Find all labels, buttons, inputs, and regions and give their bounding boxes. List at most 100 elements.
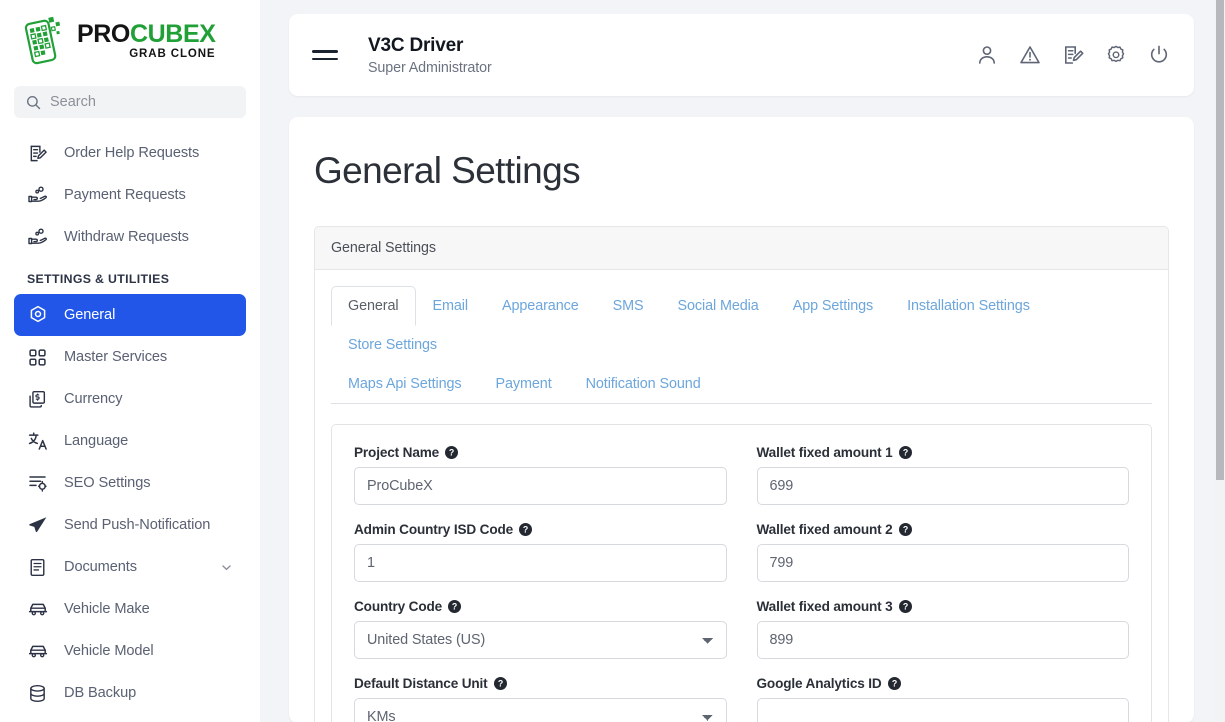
edit-document-icon[interactable]	[1061, 44, 1084, 67]
field-label-text: Google Analytics ID	[756, 676, 882, 692]
tab-maps-api-settings[interactable]: Maps Api Settings	[331, 364, 479, 404]
sidebar-item-vehicle-make[interactable]: Vehicle Make	[14, 588, 246, 630]
sidebar-item-label: Withdraw Requests	[64, 229, 189, 245]
sidebar-item-label: DB Backup	[64, 685, 137, 701]
grid-squares-icon	[27, 347, 48, 368]
default-distance-unit-select[interactable]: KMs	[354, 698, 727, 722]
currency-bills-icon	[27, 389, 48, 410]
admin-country-isd-code-input[interactable]	[354, 544, 727, 583]
sidebar-item-seo-settings[interactable]: SEO Settings	[14, 462, 246, 504]
svg-text:?: ?	[902, 525, 907, 535]
tab-payment[interactable]: Payment	[479, 364, 569, 404]
sidebar-item-master-services[interactable]: Master Services	[14, 336, 246, 378]
seo-sliders-icon	[27, 473, 48, 494]
field-label: Project Name ?	[354, 445, 727, 460]
svg-text:?: ?	[497, 679, 502, 689]
svg-text:?: ?	[902, 448, 907, 458]
search-input[interactable]	[50, 94, 234, 110]
hamburger-menu-icon[interactable]	[312, 42, 338, 68]
sidebar-item-currency[interactable]: Currency	[14, 378, 246, 420]
help-circle-icon[interactable]: ?	[887, 677, 901, 691]
sidebar-item-send-push-notification[interactable]: Send Push-Notification	[14, 504, 246, 546]
car-icon	[27, 599, 48, 620]
wallet-fixed-amount-1-input[interactable]	[756, 467, 1129, 506]
settings-panel: General Settings General Email Appearanc…	[314, 226, 1169, 722]
settings-tabs-row2: Maps Api Settings Payment Notification S…	[331, 364, 1152, 403]
topbar-title: V3C Driver	[368, 35, 464, 57]
tab-installation-settings[interactable]: Installation Settings	[890, 286, 1047, 326]
sidebar-item-db-backup[interactable]: DB Backup	[14, 672, 246, 714]
topbar: V3C Driver Super Administrator	[289, 14, 1194, 96]
withdraw-hand-icon	[27, 227, 48, 248]
tab-store-settings[interactable]: Store Settings	[331, 325, 454, 365]
sidebar-item-payment-requests[interactable]: Payment Requests	[14, 174, 246, 216]
gear-settings-icon[interactable]	[1104, 44, 1127, 67]
tab-app-settings[interactable]: App Settings	[776, 286, 890, 326]
send-paper-plane-icon	[27, 515, 48, 536]
search-box[interactable]	[14, 86, 246, 118]
app-root: PROCUBEX GRAB CLONE Search Order Help Re…	[0, 0, 1225, 722]
sidebar-item-label: SEO Settings	[64, 475, 151, 491]
topbar-actions	[975, 44, 1170, 67]
tab-notification-sound[interactable]: Notification Sound	[569, 364, 718, 404]
page-scrollbar-thumb[interactable]	[1216, 0, 1224, 480]
help-circle-icon[interactable]: ?	[493, 677, 507, 691]
sidebar-item-label: Payment Requests	[64, 187, 186, 203]
country-code-select[interactable]: United States (US)	[354, 621, 727, 660]
user-profile-icon[interactable]	[975, 44, 998, 67]
field-google-analytics-id: Google Analytics ID ?	[756, 676, 1129, 722]
tab-sms[interactable]: SMS	[596, 286, 661, 326]
sidebar-item-label: Vehicle Model	[64, 643, 154, 659]
sidebar-item-general[interactable]: General	[14, 294, 246, 336]
project-name-input[interactable]	[354, 467, 727, 506]
topbar-subtitle: Super Administrator	[368, 59, 492, 76]
google-analytics-id-input[interactable]	[756, 698, 1129, 722]
sidebar-item-documents[interactable]: Documents	[14, 546, 246, 588]
sidebar-item-language[interactable]: Language	[14, 420, 246, 462]
sidebar-item-label: Documents	[64, 559, 137, 575]
sidebar-nav: Order Help Requests Payment Requests Wit…	[0, 126, 260, 714]
procubex-logo-icon	[24, 16, 61, 65]
sidebar-item-order-help-requests[interactable]: Order Help Requests	[14, 132, 246, 174]
tab-appearance[interactable]: Appearance	[485, 286, 596, 326]
wallet-fixed-amount-2-input[interactable]	[756, 544, 1129, 583]
document-icon	[27, 557, 48, 578]
panel-header: General Settings	[315, 227, 1168, 271]
help-circle-icon[interactable]: ?	[898, 523, 912, 537]
page-scrollbar-track[interactable]	[1214, 0, 1225, 722]
form-grid: Project Name ? Wallet fixed amount 1	[354, 445, 1129, 722]
field-admin-country-isd-code: Admin Country ISD Code ?	[354, 522, 727, 583]
help-circle-icon[interactable]: ?	[445, 446, 459, 460]
general-settings-form: Project Name ? Wallet fixed amount 1	[331, 424, 1152, 722]
field-label-text: Project Name	[354, 445, 440, 461]
svg-text:?: ?	[449, 448, 454, 458]
chevron-down-icon[interactable]	[220, 561, 233, 574]
sidebar-item-withdraw-requests[interactable]: Withdraw Requests	[14, 216, 246, 258]
field-label: Admin Country ISD Code ?	[354, 522, 727, 537]
help-circle-icon[interactable]: ?	[898, 446, 912, 460]
field-label-text: Wallet fixed amount 1	[756, 445, 893, 461]
car-icon	[27, 641, 48, 662]
tab-email[interactable]: Email	[416, 286, 485, 326]
help-circle-icon[interactable]: ?	[898, 600, 912, 614]
field-label: Default Distance Unit ?	[354, 676, 727, 691]
field-label-text: Admin Country ISD Code	[354, 522, 514, 538]
warning-triangle-icon[interactable]	[1018, 44, 1041, 67]
help-circle-icon[interactable]: ?	[519, 523, 533, 537]
brand-wordmark: PROCUBEX GRAB CLONE	[77, 19, 216, 61]
tab-general[interactable]: General	[331, 286, 416, 327]
wallet-fixed-amount-3-input[interactable]	[756, 621, 1129, 660]
svg-text:?: ?	[902, 602, 907, 612]
power-icon[interactable]	[1147, 44, 1170, 67]
sidebar: PROCUBEX GRAB CLONE Search Order Help Re…	[0, 0, 260, 722]
field-wallet-fixed-amount-1: Wallet fixed amount 1 ?	[756, 445, 1129, 506]
brand-tagline: GRAB CLONE	[129, 47, 216, 60]
help-circle-icon[interactable]: ?	[448, 600, 462, 614]
field-label: Wallet fixed amount 2 ?	[757, 522, 1130, 537]
brand-logo[interactable]: PROCUBEX GRAB CLONE	[0, 0, 260, 82]
brand-name-cubex: CUBEX	[129, 19, 216, 48]
field-label-text: Wallet fixed amount 3	[756, 599, 893, 615]
tab-social-media[interactable]: Social Media	[661, 286, 776, 326]
sidebar-item-vehicle-model[interactable]: Vehicle Model	[14, 630, 246, 672]
field-label-text: Default Distance Unit	[354, 676, 488, 692]
